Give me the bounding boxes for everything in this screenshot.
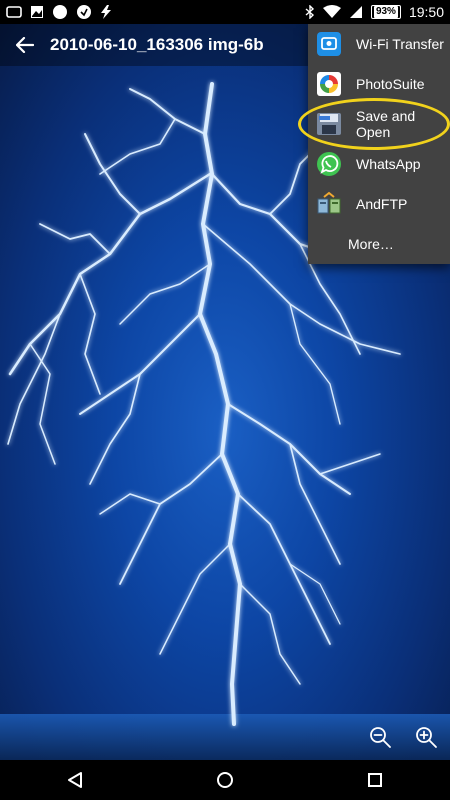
cast-icon [6, 6, 22, 18]
clock: 19:50 [408, 4, 444, 20]
menu-item-whatsapp[interactable]: WhatsApp [308, 144, 450, 184]
nav-recents-button[interactable] [345, 760, 405, 800]
zoom-in-button[interactable] [413, 724, 439, 750]
zoom-out-button[interactable] [367, 724, 393, 750]
andftp-icon [316, 191, 342, 217]
menu-item-label: Save and Open [356, 108, 416, 140]
square-recents-icon [368, 773, 382, 787]
status-bar: 93% 19:50 [0, 0, 450, 24]
back-button[interactable] [0, 24, 50, 66]
menu-item-label: PhotoSuite [356, 76, 425, 92]
photosuite-icon [316, 71, 342, 97]
nav-back-button[interactable] [45, 760, 105, 800]
menu-item-label: More… [348, 236, 394, 252]
bluetooth-icon [305, 5, 315, 19]
arrow-back-icon [16, 37, 34, 53]
battery-percent: 93% [373, 6, 398, 18]
zoom-out-icon [370, 727, 391, 748]
floppy-disk-icon [316, 111, 342, 137]
cell-signal-icon [349, 5, 363, 19]
share-menu: Wi-Fi Transfer PhotoSuite Save and Open … [308, 24, 450, 264]
wifi-icon [322, 5, 341, 19]
circle-home-icon [217, 772, 233, 788]
battery-indicator: 93% [370, 5, 401, 19]
3g-badge-icon [52, 4, 68, 20]
menu-item-label: AndFTP [356, 196, 408, 212]
whatsapp-icon [316, 151, 342, 177]
menu-item-photosuite[interactable]: PhotoSuite [308, 64, 450, 104]
triangle-back-icon [68, 772, 82, 788]
menu-item-label: Wi-Fi Transfer [356, 36, 444, 52]
menu-item-label: WhatsApp [356, 156, 421, 172]
menu-item-andftp[interactable]: AndFTP [308, 184, 450, 224]
menu-item-save-and-open[interactable]: Save and Open [308, 104, 450, 144]
flash-icon [100, 5, 112, 19]
nav-home-button[interactable] [195, 760, 255, 800]
navigation-bar [0, 760, 450, 800]
menu-item-more[interactable]: More… [308, 224, 450, 264]
image-notification-icon [30, 5, 44, 19]
zoom-in-icon [416, 727, 437, 748]
menu-item-wifi-transfer[interactable]: Wi-Fi Transfer [308, 24, 450, 64]
wifi-transfer-icon [316, 31, 342, 57]
image-title: 2010-06-10_163306 img-6b [50, 35, 264, 54]
app-notification-icon [76, 4, 92, 20]
